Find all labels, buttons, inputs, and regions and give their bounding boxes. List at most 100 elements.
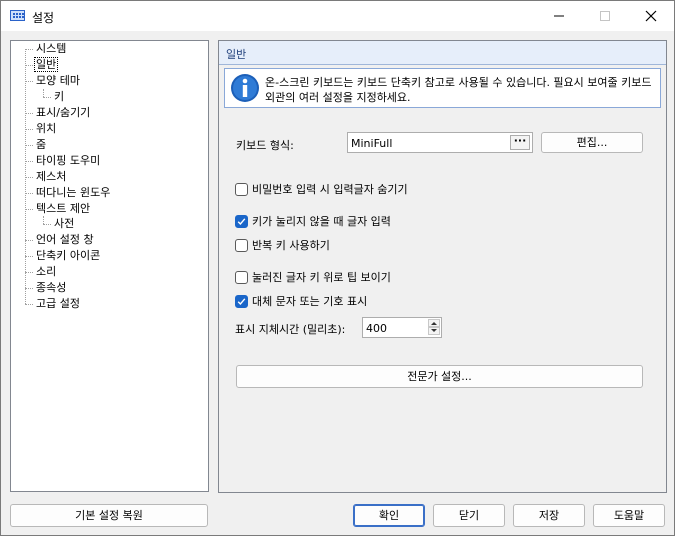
maximize-button[interactable]: [582, 1, 628, 31]
key-tip-checkbox[interactable]: 눌러진 글자 키 위로 팁 보이기: [235, 269, 391, 285]
type-without-press-checkbox[interactable]: 키가 눌리지 않을 때 글자 입력: [235, 213, 391, 229]
tree-item-theme[interactable]: 모양 테마: [34, 73, 82, 89]
info-icon: [231, 74, 259, 102]
minimize-icon: [554, 15, 564, 17]
tree-item-label: 단축키 아이콘: [36, 249, 101, 262]
checkbox-box[interactable]: [235, 270, 248, 284]
tree-line: [25, 209, 33, 210]
tree-item-advanced[interactable]: 고급 설정: [34, 296, 82, 312]
tree-item-keys[interactable]: 키: [52, 89, 66, 105]
chevron-up-icon: [431, 322, 437, 325]
tree-line: [25, 113, 33, 114]
spin-down-button[interactable]: [428, 327, 440, 335]
display-delay-value: 400: [366, 322, 387, 335]
tree-item-sound[interactable]: 소리: [34, 264, 58, 280]
chevron-down-icon: [431, 329, 437, 332]
browse-keyboard-button[interactable]: ···: [510, 135, 530, 150]
tree-line: [25, 256, 33, 257]
tree-line: [43, 216, 44, 224]
tree-line: [25, 240, 33, 241]
checkbox-label: 눌러진 글자 키 위로 팁 보이기: [252, 271, 391, 284]
tree-item-label: 일반: [34, 57, 59, 72]
checkbox-box[interactable]: [235, 294, 248, 308]
tree-item-dependency[interactable]: 종속성: [34, 280, 68, 296]
tree-item-label: 종속성: [36, 281, 67, 294]
tree-line: [25, 272, 33, 273]
help-button[interactable]: 도움말: [593, 504, 665, 527]
tree-item-label: 타이핑 도우미: [36, 154, 101, 167]
tree-item-label: 소리: [36, 265, 57, 278]
tree-line: [43, 89, 44, 97]
tree-item-shortcut-icon[interactable]: 단축키 아이콘: [34, 248, 102, 264]
keyboard-icon: [10, 10, 25, 21]
checkbox-label: 비밀번호 입력 시 입력글자 숨기기: [252, 183, 408, 196]
tree-line: [25, 49, 33, 50]
tree-line: [25, 161, 33, 162]
tree-item-zoom[interactable]: 줌: [34, 137, 48, 153]
restore-defaults-button[interactable]: 기본 설정 복원: [10, 504, 208, 527]
keyboard-type-label: 키보드 형식:: [236, 139, 294, 152]
panel-header: 일반: [219, 41, 666, 65]
display-delay-stepper[interactable]: 400: [362, 317, 442, 338]
settings-tree[interactable]: 시스템 일반 모양 테마 키 표시/숨기기 위치 줌 타이핑 도우미 제스처 떠…: [10, 40, 209, 492]
checkbox-label: 반복 키 사용하기: [252, 239, 330, 252]
tree-item-general[interactable]: 일반: [34, 57, 59, 73]
tree-line: [43, 97, 51, 98]
spin-up-button[interactable]: [428, 319, 440, 327]
close-icon: [645, 10, 657, 22]
general-panel: 일반 온-스크린 키보드는 키보드 단축키 참고로 사용될 수 있습니다. 필요…: [218, 40, 667, 493]
keyboard-type-field[interactable]: MiniFull ···: [347, 132, 533, 153]
checkbox-box[interactable]: [235, 214, 248, 228]
tree-item-label: 위치: [36, 122, 57, 135]
checkbox-box[interactable]: [235, 182, 248, 196]
tree-item-text-suggestion[interactable]: 텍스트 제안: [34, 201, 92, 217]
tree-line: [25, 288, 33, 289]
tree-item-typing-helper[interactable]: 타이핑 도우미: [34, 153, 102, 169]
info-box: 온-스크린 키보드는 키보드 단축키 참고로 사용될 수 있습니다. 필요시 보…: [224, 68, 661, 108]
tree-item-floating-window[interactable]: 떠다니는 윈도우: [34, 185, 112, 201]
checkbox-box[interactable]: [235, 238, 248, 252]
checkbox-label: 대체 문자 또는 기호 표시: [252, 295, 368, 308]
alternate-chars-checkbox[interactable]: 대체 문자 또는 기호 표시: [235, 293, 367, 309]
spin-buttons: [428, 319, 440, 336]
minimize-button[interactable]: [536, 1, 582, 31]
expert-settings-button[interactable]: 전문가 설정...: [236, 365, 643, 388]
display-delay-label: 표시 지체시간 (밀리초):: [235, 323, 346, 336]
tree-item-label: 고급 설정: [36, 297, 80, 310]
edit-button[interactable]: 편집...: [541, 132, 643, 153]
tree-item-label: 표시/숨기기: [36, 106, 91, 119]
ok-button[interactable]: 확인: [353, 504, 425, 527]
tree-line: [25, 177, 33, 178]
tree-item-label: 텍스트 제안: [36, 202, 91, 215]
tree-item-label: 시스템: [36, 42, 67, 55]
tree-item-gestures[interactable]: 제스처: [34, 169, 68, 185]
tree-item-show-hide[interactable]: 표시/숨기기: [34, 105, 92, 121]
repeat-key-checkbox[interactable]: 반복 키 사용하기: [235, 237, 330, 253]
tree-item-position[interactable]: 위치: [34, 121, 58, 137]
close-window-button[interactable]: [628, 1, 674, 31]
tree-line: [25, 304, 33, 305]
tree-item-label: 줌: [36, 138, 47, 151]
panel-title: 일반: [226, 48, 247, 61]
tree-line: [25, 193, 33, 194]
checkbox-label: 키가 눌리지 않을 때 글자 입력: [252, 215, 391, 228]
tree-line: [25, 129, 33, 130]
tree-item-label: 언어 설정 창: [36, 233, 94, 246]
title-bar: 설정: [1, 1, 674, 31]
tree-line: [25, 65, 33, 66]
tree-item-label: 제스처: [36, 170, 67, 183]
hide-password-checkbox[interactable]: 비밀번호 입력 시 입력글자 숨기기: [235, 181, 408, 197]
close-button[interactable]: 닫기: [433, 504, 505, 527]
tree-item-language-window[interactable]: 언어 설정 창: [34, 232, 96, 248]
tree-item-system[interactable]: 시스템: [34, 41, 68, 57]
tree-item-label: 키: [54, 90, 65, 103]
checkmark-icon: [237, 217, 246, 225]
tree-item-label: 떠다니는 윈도우: [36, 186, 111, 199]
window-title: 설정: [32, 11, 55, 25]
tree-line: [25, 145, 33, 146]
save-button[interactable]: 저장: [513, 504, 585, 527]
tree-line: [25, 81, 33, 82]
tree-item-dictionary[interactable]: 사전: [52, 216, 76, 232]
keyboard-type-value: MiniFull: [351, 137, 393, 150]
tree-item-label: 사전: [54, 217, 75, 230]
